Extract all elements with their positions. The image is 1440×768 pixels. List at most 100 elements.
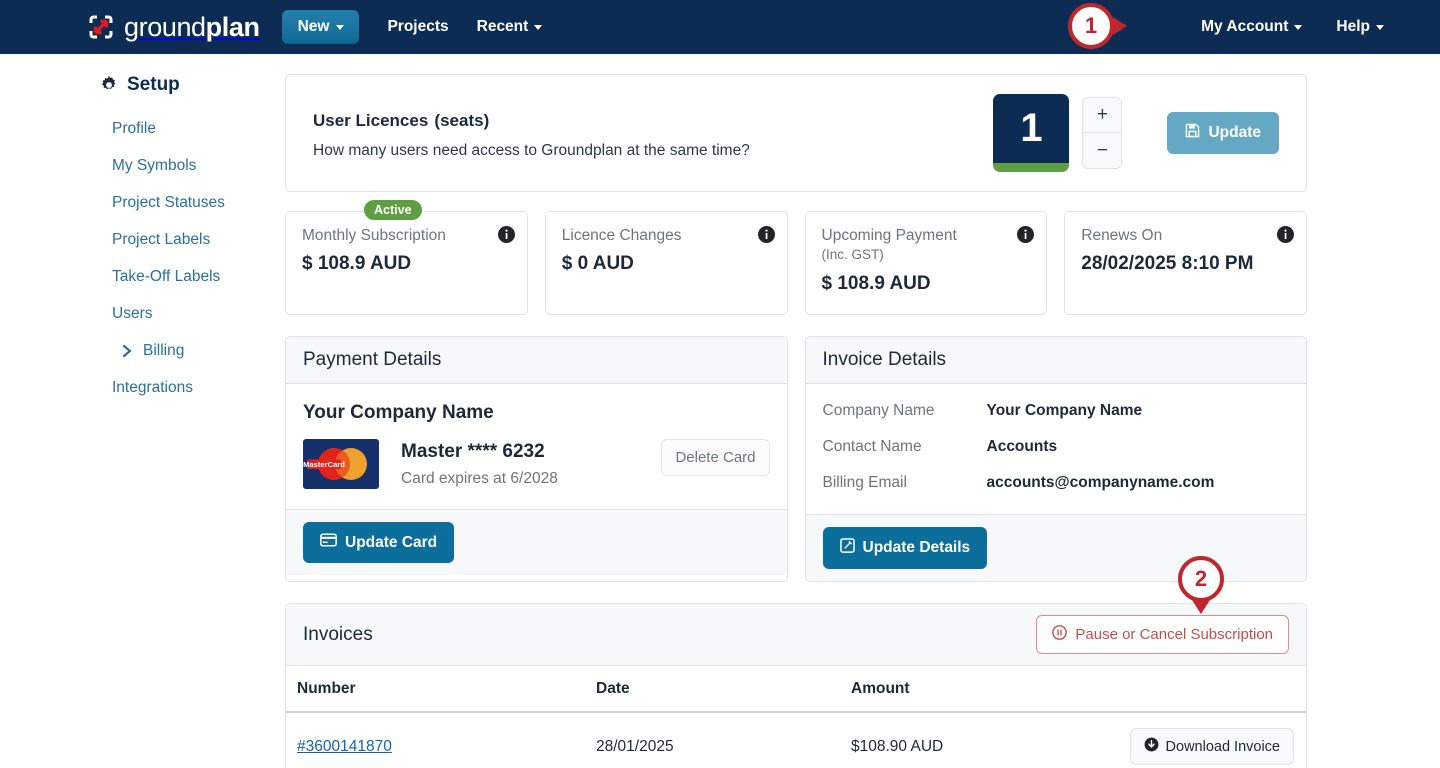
- table-header-row: Number Date Amount: [286, 666, 1306, 713]
- pause-or-cancel-label: Pause or Cancel Subscription: [1075, 626, 1273, 643]
- invoice-details-panel: Invoice Details Company Name Your Compan…: [804, 336, 1307, 582]
- nav-projects-label: Projects: [387, 18, 449, 35]
- sidebar-item-users[interactable]: Users: [100, 295, 285, 332]
- brand-home-link[interactable]: groundplan: [88, 12, 260, 43]
- info-icon[interactable]: [1017, 226, 1035, 243]
- invoice-details-heading: Invoice Details: [805, 337, 1306, 384]
- delete-card-button[interactable]: Delete Card: [661, 439, 770, 476]
- credit-card-icon: [320, 533, 337, 552]
- chevron-down-icon: [1376, 24, 1384, 30]
- pause-circle-icon: [1052, 625, 1068, 644]
- sidebar-item-label: Billing: [143, 342, 185, 359]
- svg-text:MasterCard: MasterCard: [303, 460, 345, 469]
- chevron-down-icon: [1294, 24, 1303, 30]
- gear-icon: [100, 76, 118, 94]
- update-licences-button[interactable]: Update: [1167, 112, 1279, 154]
- info-icon[interactable]: [757, 226, 775, 243]
- detail-key: Contact Name: [822, 438, 922, 455]
- main-content: User Licences (seats) How many users nee…: [285, 74, 1307, 768]
- detail-row: Billing Email accounts@companyname.com: [823, 474, 1290, 492]
- nav-projects[interactable]: Projects: [387, 18, 448, 36]
- payment-details-heading: Payment Details: [286, 337, 787, 384]
- licences-title: User Licences (seats): [313, 106, 750, 132]
- payment-details-body: Your Company Name MasterCard Master ****…: [286, 384, 787, 509]
- invoice-date-cell: 28/01/2025: [586, 712, 841, 768]
- detail-row: Company Name Your Company Name: [823, 402, 1290, 420]
- card-number: Master **** 6232: [401, 441, 545, 462]
- update-card-button[interactable]: Update Card: [303, 522, 455, 563]
- stat-label: Licence Changes: [561, 227, 682, 244]
- sidebar-title: Setup: [100, 74, 285, 96]
- brand-name: groundplan: [124, 11, 260, 42]
- callout-marker-1: 1: [1068, 3, 1127, 49]
- sidebar: Setup Profile My Symbols Project Statuse…: [0, 74, 285, 768]
- invoices-table-head: Number Date Amount: [286, 666, 1306, 713]
- payment-details-panel: Payment Details Your Company Name Master…: [285, 336, 788, 582]
- stat-label-main: Upcoming Payment: [821, 227, 957, 244]
- stat-card-licence-changes: Licence Changes $ 0 AUD: [544, 211, 788, 315]
- user-licences-card: User Licences (seats) How many users nee…: [285, 74, 1307, 192]
- nav-my-account[interactable]: My Account: [1201, 18, 1303, 36]
- stat-value: $ 108.9 AUD: [821, 272, 931, 294]
- payment-company-name: Your Company Name: [303, 402, 494, 423]
- new-button-label: New: [297, 18, 330, 35]
- sidebar-item-label: Project Statuses: [112, 194, 225, 211]
- invoice-number-link[interactable]: #3600141870: [297, 738, 392, 755]
- invoices-table: Number Date Amount #3600141870 28/01/202…: [286, 666, 1306, 768]
- sidebar-item-label: Profile: [112, 120, 156, 137]
- licences-text-block: User Licences (seats) How many users nee…: [313, 106, 750, 160]
- update-card-label: Update Card: [345, 533, 438, 551]
- subscription-stats-row: Active Monthly Subscription $ 108.9 AUD …: [285, 200, 1307, 315]
- marker-number: 1: [1068, 3, 1114, 49]
- sidebar-item-profile[interactable]: Profile: [100, 110, 285, 147]
- update-details-button[interactable]: Update Details: [822, 527, 988, 569]
- stat-value: $ 0 AUD: [561, 253, 634, 275]
- table-row: #3600141870 28/01/2025 $108.90 AUD Downl…: [286, 712, 1306, 768]
- sidebar-item-billing[interactable]: Billing: [100, 332, 285, 369]
- save-icon: [1185, 123, 1200, 143]
- decrement-licence-button[interactable]: −: [1083, 133, 1122, 168]
- invoice-action-cell: Download Invoice: [1111, 712, 1306, 768]
- increment-licence-button[interactable]: +: [1083, 98, 1122, 133]
- sidebar-item-my-symbols[interactable]: My Symbols: [100, 147, 285, 184]
- info-icon[interactable]: [497, 226, 515, 243]
- invoice-details-body: Company Name Your Company Name Contact N…: [806, 384, 1307, 514]
- stat-label: Upcoming Payment (Inc. GST): [822, 226, 987, 265]
- sidebar-item-project-statuses[interactable]: Project Statuses: [100, 184, 285, 221]
- licences-title-suffix: (seats): [434, 111, 490, 130]
- stat-card-upcoming-payment: Upcoming Payment (Inc. GST) $ 108.9 AUD: [804, 211, 1048, 315]
- nav-recent-label: Recent: [476, 18, 529, 35]
- detail-row: Contact Name Accounts: [823, 438, 1290, 456]
- column-header-date: Date: [586, 666, 841, 713]
- stat-card-renews-on: Renews On 28/02/2025 8:10 PM: [1064, 211, 1307, 315]
- marker-tail: [1192, 600, 1210, 614]
- nav-recent[interactable]: Recent: [477, 18, 543, 36]
- download-invoice-button[interactable]: Download Invoice: [1129, 728, 1294, 765]
- licences-subtitle: How many users need access to Groundplan…: [313, 142, 750, 159]
- stat-value: 28/02/2025 8:10 PM: [1081, 253, 1254, 275]
- sidebar-item-integrations[interactable]: Integrations: [100, 369, 285, 406]
- mastercard-icon: MasterCard: [303, 439, 379, 489]
- detail-value: accounts@companyname.com: [986, 474, 1215, 491]
- update-details-label: Update Details: [862, 539, 971, 556]
- marker-number: 2: [1178, 556, 1224, 602]
- column-header-amount: Amount: [841, 666, 1111, 713]
- sidebar-item-label: Users: [112, 305, 153, 322]
- info-icon[interactable]: [1277, 226, 1294, 243]
- details-panels-row: Payment Details Your Company Name Master…: [285, 336, 1307, 582]
- pencil-square-icon: [839, 538, 855, 558]
- nav-help[interactable]: Help: [1336, 18, 1384, 36]
- sidebar-item-label: Integrations: [112, 379, 193, 396]
- licence-count-display: 1: [993, 94, 1070, 172]
- sidebar-item-take-off-labels[interactable]: Take-Off Labels: [100, 258, 285, 295]
- invoices-table-body: #3600141870 28/01/2025 $108.90 AUD Downl…: [286, 712, 1306, 768]
- new-button[interactable]: New: [281, 10, 360, 44]
- sidebar-item-label: Take-Off Labels: [112, 268, 221, 285]
- pause-or-cancel-subscription-button[interactable]: Pause or Cancel Subscription: [1036, 615, 1289, 654]
- stat-card-monthly-subscription: Active Monthly Subscription $ 108.9 AUD: [285, 200, 528, 315]
- download-circle-icon: [1144, 737, 1159, 756]
- chevron-down-icon: [534, 24, 543, 30]
- invoices-heading: Invoices: [303, 623, 373, 645]
- sidebar-item-project-labels[interactable]: Project Labels: [100, 221, 285, 258]
- stat-label-note: (Inc. GST): [821, 247, 884, 263]
